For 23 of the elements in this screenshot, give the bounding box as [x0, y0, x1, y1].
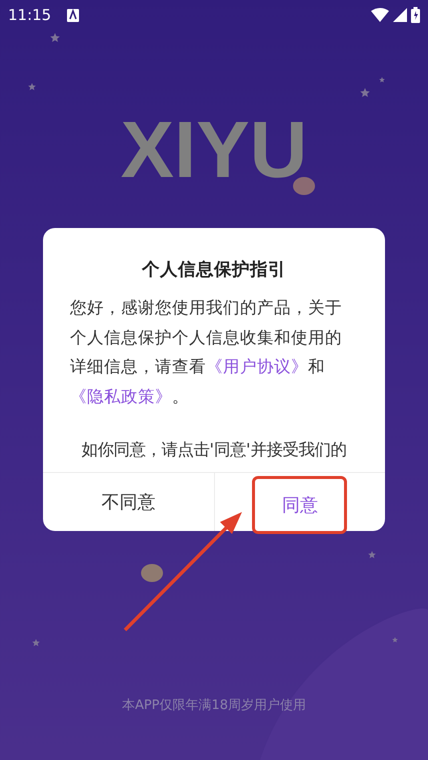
- star-icon: [392, 637, 398, 642]
- star-icon: [28, 83, 36, 90]
- status-time: 11:15: [8, 4, 52, 26]
- star-icon: [368, 551, 376, 558]
- dialog-title: 个人信息保护指引: [140, 258, 287, 282]
- planet-dot: [141, 564, 163, 582]
- planet-dot: [293, 177, 315, 195]
- signal-icon: [393, 8, 407, 22]
- disagree-button[interactable]: 不同意: [43, 473, 214, 531]
- battery-icon: [411, 7, 420, 23]
- footer-text: 本APP仅限年满18周岁用户使用: [120, 697, 308, 715]
- keyboard-icon: [67, 8, 80, 22]
- dialog-body-cut: 如你同意，请点击'同意'并接受我们的: [80, 439, 348, 461]
- star-icon: [379, 77, 385, 82]
- agree-button[interactable]: 同意: [255, 479, 344, 531]
- star-icon: [360, 88, 370, 98]
- star-icon: [32, 639, 40, 646]
- policy-link[interactable]: 《隐私政策》: [70, 386, 172, 406]
- star-icon: [50, 33, 60, 42]
- dialog-body: 您好，感谢您使用我们的产品，关于个人信息保护个人信息收集和使用的详细信息，请查看《用户协议》和 《隐私政策》。: [70, 297, 343, 408]
- policy-link[interactable]: 《用户协议》: [206, 357, 308, 376]
- app-logo: XIYU: [120, 110, 308, 190]
- wifi-icon: [371, 8, 389, 22]
